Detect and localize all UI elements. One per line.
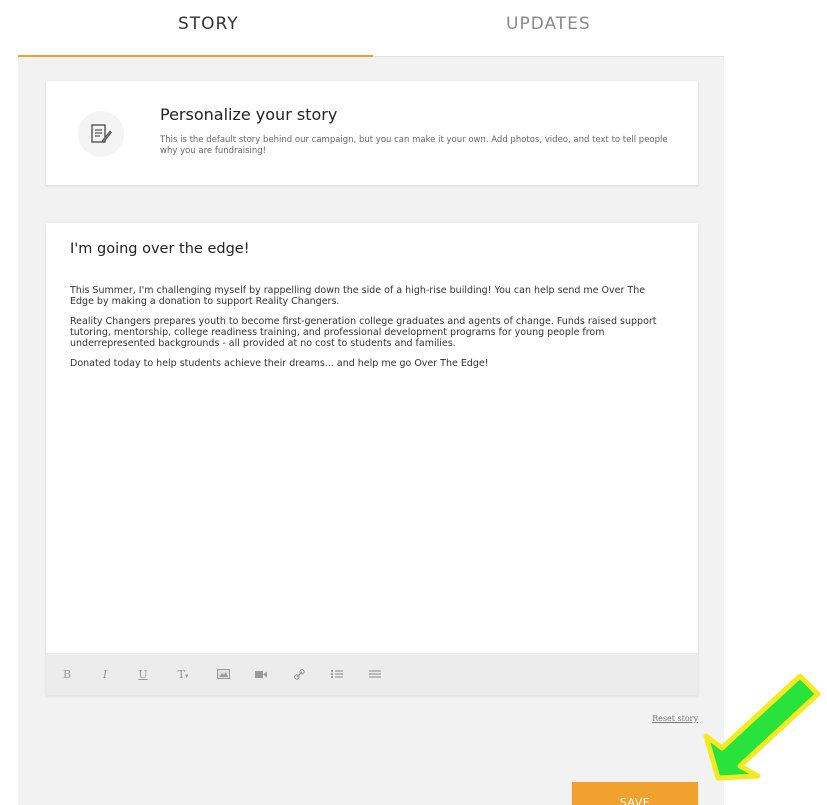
story-editor[interactable]: I'm going over the edge! This Summer, I'… xyxy=(46,223,698,695)
text-size-icon[interactable]: T▾ xyxy=(168,668,198,681)
story-paragraph: Donated today to help students achieve t… xyxy=(70,358,489,369)
ordered-list-icon[interactable] xyxy=(324,669,350,679)
unordered-list-icon[interactable] xyxy=(362,669,388,679)
image-icon[interactable] xyxy=(210,669,236,679)
story-panel: Personalize your story This is the defau… xyxy=(18,57,724,805)
editor-content[interactable]: I'm going over the edge! This Summer, I'… xyxy=(70,241,670,378)
story-paragraph: Reality Changers prepares youth to becom… xyxy=(70,316,657,349)
story-paragraph: This Summer, I'm challenging myself by r… xyxy=(70,285,646,307)
video-icon[interactable] xyxy=(248,670,274,679)
reset-story-link[interactable]: Reset story xyxy=(652,714,698,723)
tab-updates[interactable]: UPDATES xyxy=(506,14,591,34)
italic-icon[interactable]: I xyxy=(92,668,118,681)
edit-document-icon xyxy=(78,111,124,157)
card-description: This is the default story behind our cam… xyxy=(160,135,668,156)
tab-story[interactable]: STORY xyxy=(178,14,239,34)
text-size-label: T xyxy=(177,667,185,681)
editor-toolbar: B I U T▾ xyxy=(46,653,698,695)
story-heading: I'm going over the edge! xyxy=(70,241,250,257)
link-icon[interactable] xyxy=(286,668,312,680)
tab-bar: STORY UPDATES xyxy=(18,0,724,58)
green-arrow-icon xyxy=(703,673,821,781)
underline-icon[interactable]: U xyxy=(130,668,156,681)
card-title: Personalize your story xyxy=(160,105,338,124)
personalize-card: Personalize your story This is the defau… xyxy=(46,81,698,185)
save-button[interactable]: SAVE xyxy=(572,782,698,805)
story-editor-page: STORY UPDATES Personalize your story Thi… xyxy=(0,0,827,805)
bold-icon[interactable]: B xyxy=(54,668,80,681)
